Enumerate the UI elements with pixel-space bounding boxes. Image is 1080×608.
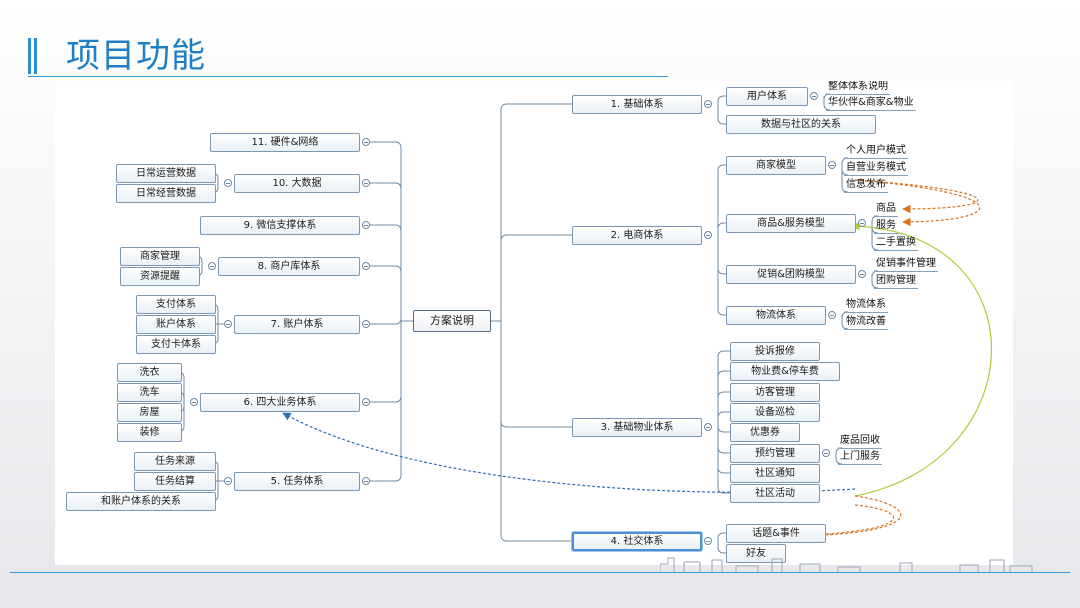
leaf-left-5-3[interactable]: 支付卡体系 <box>136 335 216 354</box>
leaf-left-6-3[interactable]: 房屋 <box>117 403 182 422</box>
leaf-item[interactable]: 废品回收 <box>838 434 882 449</box>
leaf-item[interactable]: 促销事件管理 <box>874 257 938 272</box>
leaf-item[interactable]: 二手置换 <box>874 236 918 251</box>
branch-left-4-toggle[interactable] <box>208 262 216 270</box>
node-property-6[interactable]: 预约管理 <box>730 444 820 463</box>
node-ecom-2[interactable]: 商品&服务模型 <box>726 214 856 233</box>
branch-right-4-toggle[interactable] <box>704 537 712 545</box>
title-underline <box>28 76 668 77</box>
node-ecom-3[interactable]: 促销&团购模型 <box>726 265 856 284</box>
branch-left-1-connector[interactable] <box>362 138 370 146</box>
branch-left-4-connector[interactable] <box>362 262 370 270</box>
leaf-item[interactable]: 物流改善 <box>844 315 888 330</box>
center-topic-node[interactable]: 方案说明 <box>413 310 491 332</box>
leaf-left-4-2[interactable]: 资源提醒 <box>120 267 200 286</box>
branch-left-5-connector[interactable] <box>362 320 370 328</box>
node-property-6-toggle[interactable] <box>822 449 830 457</box>
city-skyline-decoration <box>660 557 1033 572</box>
node-property-4[interactable]: 设备巡检 <box>730 403 820 422</box>
node-basic-1-toggle[interactable] <box>810 92 818 100</box>
branch-left-7-connector[interactable] <box>362 477 370 485</box>
node-property-2[interactable]: 物业费&停车费 <box>730 362 840 381</box>
branch-left-2-toggle[interactable] <box>224 179 232 187</box>
mindmap-canvas: 方案说明 1. 基础体系 用户体系 整体体系说明 华伙伴&商家&物业数据与社区的关系 2.… <box>55 81 1013 565</box>
branch-left-1[interactable]: 11. 硬件&网络 <box>210 133 360 152</box>
branch-right-1[interactable]: 1. 基础体系 <box>572 95 702 114</box>
leaf-item[interactable]: 信息发布 <box>844 178 888 193</box>
branch-left-7-toggle[interactable] <box>224 477 232 485</box>
node-property-8[interactable]: 社区活动 <box>730 484 820 503</box>
branch-right-1-toggle[interactable] <box>704 100 712 108</box>
branch-left-3-connector[interactable] <box>362 221 370 229</box>
branch-left-3[interactable]: 9. 微信支撑体系 <box>200 216 360 235</box>
leaf-left-6-4[interactable]: 装修 <box>117 423 182 442</box>
title-accent-bars <box>28 38 40 74</box>
branch-right-2-toggle[interactable] <box>704 231 712 239</box>
leaf-item[interactable]: 个人用户模式 <box>844 144 908 159</box>
branch-right-2[interactable]: 2. 电商体系 <box>572 226 702 245</box>
node-ecom-4-toggle[interactable] <box>828 311 836 319</box>
node-property-5[interactable]: 优惠券 <box>730 423 800 442</box>
leaf-item[interactable]: 整体体系说明 <box>826 81 890 95</box>
leaf-item[interactable]: 商品 <box>874 202 898 217</box>
branch-left-5-toggle[interactable] <box>224 320 232 328</box>
node-ecom-1-toggle[interactable] <box>828 161 836 169</box>
leaf-left-5-1[interactable]: 支付体系 <box>136 295 216 314</box>
leaf-left-7-1[interactable]: 任务来源 <box>134 452 216 471</box>
branch-right-4[interactable]: 4. 社交体系 <box>572 532 702 551</box>
branch-left-2-connector[interactable] <box>362 179 370 187</box>
leaf-left-2-1[interactable]: 日常运营数据 <box>116 164 216 183</box>
node-property-1[interactable]: 投诉报修 <box>730 342 820 361</box>
branch-left-6[interactable]: 6. 四大业务体系 <box>200 393 360 412</box>
node-property-3[interactable]: 访客管理 <box>730 383 820 402</box>
branch-right-3-toggle[interactable] <box>704 423 712 431</box>
leaf-item[interactable]: 上门服务 <box>838 450 882 465</box>
branch-left-6-toggle[interactable] <box>190 398 198 406</box>
leaf-item[interactable]: 服务 <box>874 219 898 234</box>
node-basic-2[interactable]: 数据与社区的关系 <box>726 115 876 134</box>
node-ecom-1[interactable]: 商家模型 <box>726 156 826 175</box>
branch-left-6-connector[interactable] <box>362 398 370 406</box>
leaf-item[interactable]: 物流体系 <box>844 298 888 313</box>
branch-left-2[interactable]: 10. 大数据 <box>234 174 360 193</box>
branch-left-7[interactable]: 5. 任务体系 <box>234 472 360 491</box>
node-basic-1[interactable]: 用户体系 <box>726 87 808 106</box>
leaf-left-4-1[interactable]: 商家管理 <box>120 247 200 266</box>
branch-left-4[interactable]: 8. 商户库体系 <box>218 257 360 276</box>
branch-right-3[interactable]: 3. 基础物业体系 <box>572 418 702 437</box>
page-title: 项目功能 <box>66 36 206 76</box>
node-ecom-4[interactable]: 物流体系 <box>726 306 826 325</box>
leaf-item[interactable]: 自营业务模式 <box>844 161 908 176</box>
branch-left-5[interactable]: 7. 账户体系 <box>234 315 360 334</box>
node-property-7[interactable]: 社区通知 <box>730 464 820 483</box>
leaf-item[interactable]: 团购管理 <box>874 274 918 289</box>
leaf-left-5-2[interactable]: 账户体系 <box>136 315 216 334</box>
leaf-left-6-2[interactable]: 洗车 <box>117 383 182 402</box>
leaf-left-6-1[interactable]: 洗衣 <box>117 363 182 382</box>
leaf-left-2-2[interactable]: 日常经营数据 <box>116 184 216 203</box>
leaf-left-7-2[interactable]: 任务结算 <box>134 472 216 491</box>
leaf-item[interactable]: 华伙伴&商家&物业 <box>826 96 916 111</box>
node-ecom-3-toggle[interactable] <box>858 270 866 278</box>
node-social-1[interactable]: 话题&事件 <box>726 524 826 543</box>
node-ecom-2-toggle[interactable] <box>858 219 866 227</box>
leaf-left-7-3[interactable]: 和账户体系的关系 <box>66 492 216 511</box>
